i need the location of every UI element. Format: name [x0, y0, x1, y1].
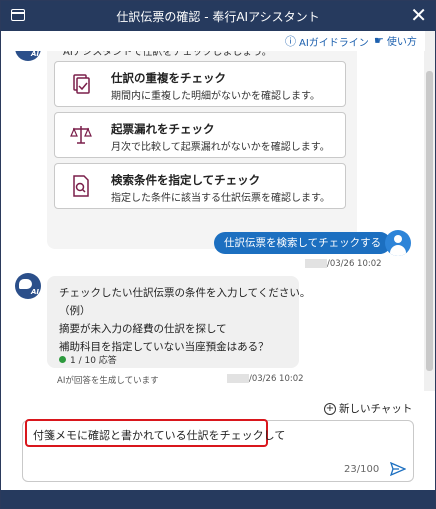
scrollbar-thumb[interactable]: [426, 71, 433, 371]
footer-bar: [1, 490, 435, 508]
status-dot-icon: [59, 356, 66, 363]
chat-scrollbar[interactable]: [424, 31, 435, 391]
balance-scale-icon: [70, 126, 92, 144]
ai-message-line: チェックしたい仕訳伝票の条件を入力してください。: [59, 287, 311, 299]
char-counter: 23/100: [344, 464, 380, 475]
card-title: 検索条件を指定してチェック: [111, 173, 261, 187]
ai-message-timestamp: /03/26 10:02: [227, 374, 304, 384]
search-document-icon: [73, 175, 89, 197]
ai-message-line: （例）: [59, 305, 91, 317]
plus-circle-icon: +: [324, 402, 336, 415]
chat-area: AI AIアシスタントで仕訳をチェックしましょう。 仕訳の重複をチェック 期間内…: [1, 31, 425, 393]
user-message-bubble: 仕訳伝票を検索してチェックする: [214, 232, 392, 254]
info-icon: ⓘ: [285, 35, 296, 48]
ai-avatar-icon: AI: [15, 273, 41, 299]
card-desc: 月次で比較して起票漏れがないかを確認します。: [111, 142, 330, 153]
card-title: 仕訳の重複をチェック: [111, 71, 226, 85]
duplicate-check-icon: [73, 74, 90, 94]
assistant-window: 仕訳伝票の確認 - 奉行AIアシスタント ✕ AI AIアシスタントで仕訳をチェ…: [0, 0, 436, 509]
how-to-use-link[interactable]: ☛ 使い方: [374, 33, 417, 48]
new-chat-button[interactable]: + 新しいチャット: [324, 401, 412, 416]
card-search-check[interactable]: 検索条件を指定してチェック 指定した条件に該当する仕訳伝票を確認します。: [54, 163, 346, 209]
ai-guideline-link[interactable]: ⓘ AIガイドライン: [285, 33, 369, 49]
user-message-timestamp: /03/26 10:02: [305, 259, 382, 269]
window-title: 仕訳伝票の確認 - 奉行AIアシスタント: [116, 10, 320, 24]
ai-message-line: 補助科目を指定していない当座預金はある？: [59, 341, 269, 353]
link-bar: ⓘ AIガイドライン ☛ 使い方: [1, 31, 425, 51]
ai-generating-note: AIが回答を生成しています: [57, 376, 159, 386]
user-avatar-icon: [385, 230, 411, 256]
response-count: 1 / 10 応答: [59, 353, 117, 366]
card-desc: 指定した条件に該当する仕訳伝票を確認します。: [111, 193, 330, 204]
title-bar: 仕訳伝票の確認 - 奉行AIアシスタント ✕: [1, 1, 435, 31]
message-input[interactable]: 付箋メモに確認と書かれている仕訳をチェックして: [33, 427, 285, 443]
card-duplicate-check[interactable]: 仕訳の重複をチェック 期間内に重複した明細がないかを確認します。: [54, 61, 346, 107]
pointer-icon: ☛: [374, 34, 384, 47]
card-desc: 期間内に重複した明細がないかを確認します。: [111, 91, 320, 102]
card-missing-entry-check[interactable]: 起票漏れをチェック 月次で比較して起票漏れがないかを確認します。: [54, 112, 346, 158]
ai-message-line: 摘要が未入力の経費の仕訳を探して: [59, 323, 227, 335]
close-button[interactable]: ✕: [410, 4, 427, 26]
send-icon[interactable]: [390, 462, 406, 476]
card-title: 起票漏れをチェック: [111, 122, 215, 136]
